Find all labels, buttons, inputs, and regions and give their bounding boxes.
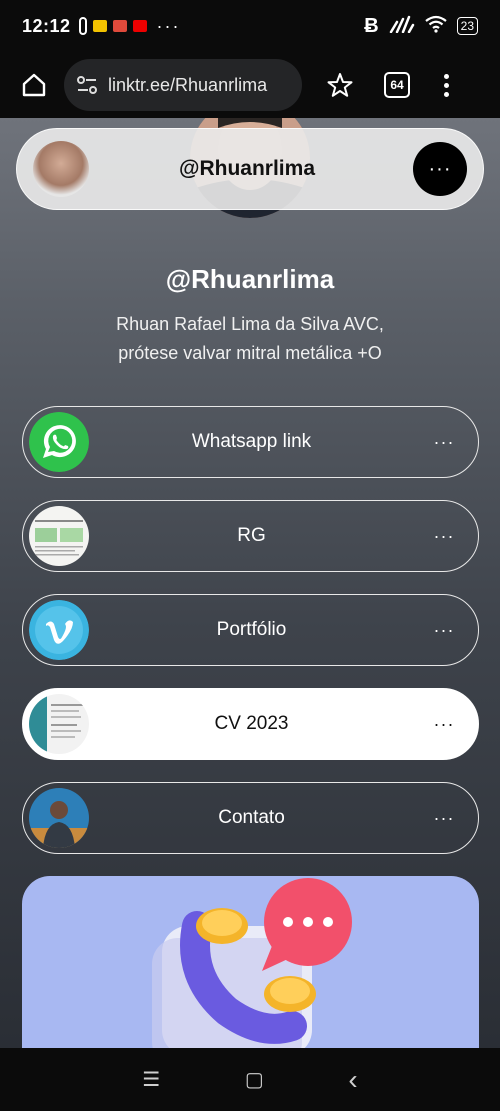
system-navigation-bar: ☰ ▢ ‹ bbox=[0, 1048, 500, 1111]
person-photo bbox=[29, 788, 89, 848]
notification-dot-icon bbox=[78, 17, 87, 35]
notification-icons bbox=[78, 17, 147, 35]
more-notifications-icon: ··· bbox=[156, 15, 181, 36]
featured-card[interactable] bbox=[22, 876, 479, 1048]
link-whatsapp[interactable]: Whatsapp link ··· bbox=[22, 406, 479, 478]
sticky-header: @Rhuanrlima ··· bbox=[16, 128, 484, 210]
link-label: Whatsapp link bbox=[191, 431, 312, 452]
site-settings-icon[interactable] bbox=[76, 75, 98, 95]
messaging-app-icon bbox=[92, 20, 107, 32]
link-label: Contato bbox=[218, 807, 285, 828]
link-cv-2023[interactable]: CV 2023 ··· bbox=[22, 688, 479, 760]
url-text: linktr.ee/Rhuanrlima bbox=[108, 74, 268, 95]
profile-more-button[interactable]: ··· bbox=[413, 142, 467, 196]
home-nav-button[interactable]: ▢ bbox=[245, 1067, 264, 1092]
header-handle: @Rhuanrlima bbox=[179, 157, 315, 180]
link-more-button[interactable]: ··· bbox=[424, 432, 464, 453]
status-bar: 12:12 ··· Ƀ 23 bbox=[0, 0, 500, 52]
link-label: CV 2023 bbox=[214, 713, 289, 734]
vimeo-icon bbox=[29, 600, 89, 660]
phone-chat-illustration bbox=[152, 878, 352, 1048]
link-more-button[interactable]: ··· bbox=[424, 526, 464, 547]
whatsapp-icon bbox=[29, 412, 89, 472]
link-contato[interactable]: Contato ··· bbox=[22, 782, 479, 854]
link-rg[interactable]: RG ··· bbox=[22, 500, 479, 572]
address-bar[interactable]: linktr.ee/Rhuanrlima bbox=[64, 59, 302, 111]
browser-toolbar: linktr.ee/Rhuanrlima 64 bbox=[0, 52, 500, 118]
signal-icon bbox=[389, 15, 415, 38]
link-more-button[interactable]: ··· bbox=[424, 714, 464, 735]
link-label: Portfólio bbox=[216, 619, 287, 640]
cv-thumbnail bbox=[29, 694, 89, 754]
back-button[interactable]: ‹ bbox=[348, 1064, 357, 1096]
recents-button[interactable]: ☰ bbox=[142, 1067, 160, 1092]
linktree-page: @Rhuanrlima ··· @Rhuanrlima Rhuan Rafael… bbox=[0, 118, 500, 1048]
profile-bio: Rhuan Rafael Lima da Silva AVC, prótese … bbox=[60, 310, 440, 368]
bio-line-2: prótese valvar mitral metálica +O bbox=[118, 343, 382, 363]
home-icon bbox=[22, 73, 46, 97]
bio-line-1: Rhuan Rafael Lima da Silva AVC, bbox=[116, 314, 384, 334]
bookmark-star-button[interactable] bbox=[324, 69, 356, 101]
link-portfolio[interactable]: Portfólio ··· bbox=[22, 594, 479, 666]
wifi-icon bbox=[424, 15, 447, 38]
star-icon bbox=[327, 73, 353, 97]
gmail-icon bbox=[112, 20, 127, 32]
home-button[interactable] bbox=[14, 65, 54, 105]
bluetooth-icon: Ƀ bbox=[364, 14, 379, 37]
link-label: RG bbox=[237, 525, 266, 546]
battery-icon: 23 bbox=[456, 17, 478, 35]
clock: 12:12 bbox=[22, 15, 71, 36]
browser-menu-button[interactable] bbox=[444, 73, 449, 97]
tab-switcher-button[interactable]: 64 bbox=[384, 72, 410, 98]
profile-name: @Rhuanrlima bbox=[165, 264, 335, 294]
header-avatar bbox=[33, 141, 89, 197]
youtube-icon bbox=[132, 20, 147, 32]
link-more-button[interactable]: ··· bbox=[424, 620, 464, 641]
document-thumbnail bbox=[29, 506, 89, 566]
link-more-button[interactable]: ··· bbox=[424, 808, 464, 829]
